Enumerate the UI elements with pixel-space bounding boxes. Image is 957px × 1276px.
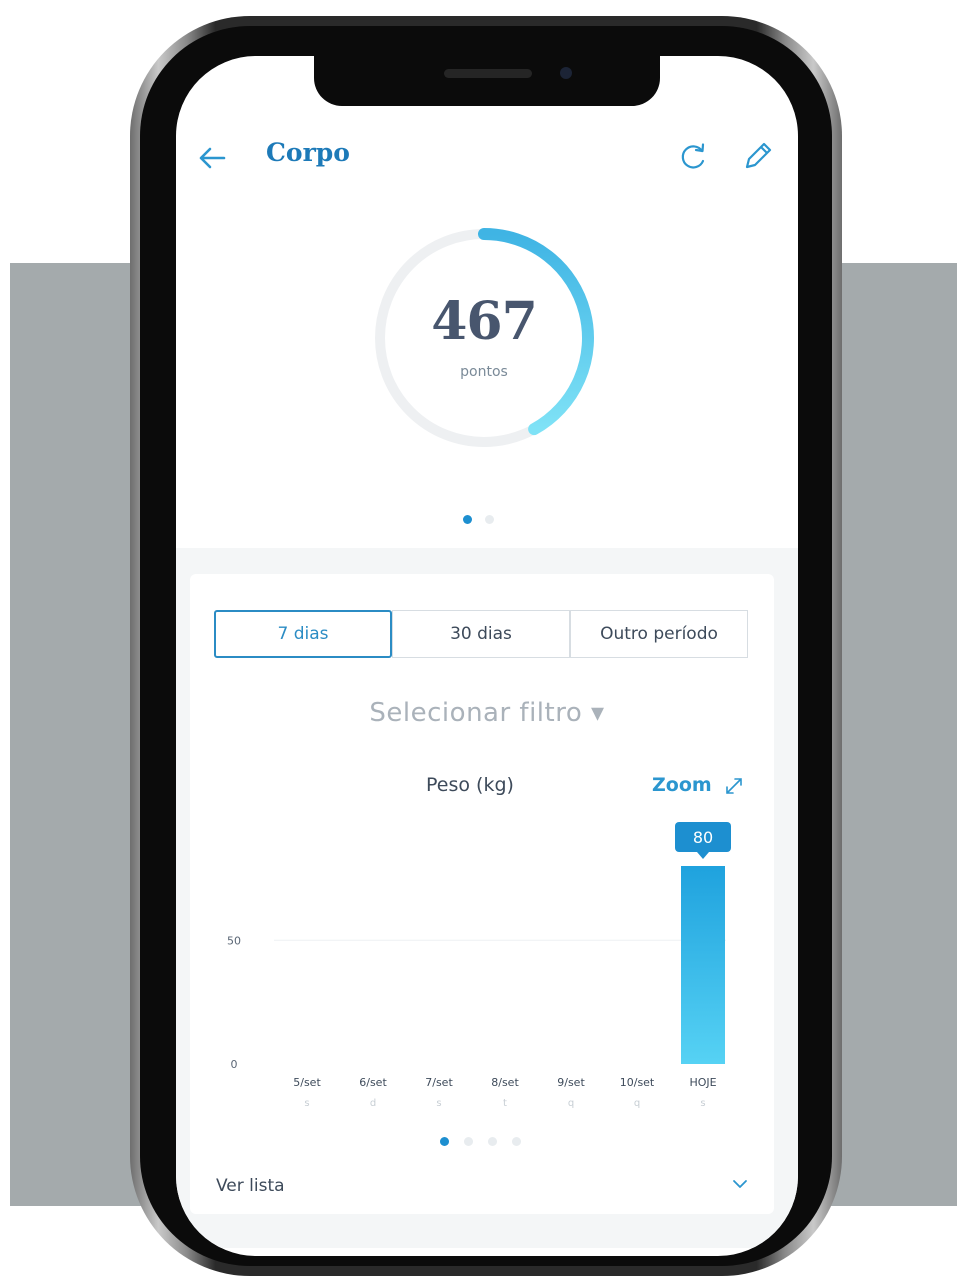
chart-pager-dot[interactable] — [440, 1137, 449, 1146]
score-label: pontos — [460, 364, 508, 380]
app-header: Corpo — [176, 136, 798, 180]
tab-30-dias[interactable]: 30 dias — [392, 610, 570, 658]
ver-lista-button[interactable]: Ver lista — [216, 1176, 285, 1196]
data-label: 80 — [693, 828, 713, 847]
x-tick-label: 10/set — [620, 1076, 655, 1089]
chart-pager-dot[interactable] — [464, 1137, 473, 1146]
data-label-pointer — [697, 852, 709, 859]
speaker-grille — [444, 69, 532, 78]
chart-title: Peso (kg) — [426, 774, 514, 796]
period-tabs: 7 dias 30 dias Outro período — [214, 610, 748, 658]
weekday-label: s — [304, 1098, 309, 1109]
weekday-label: q — [568, 1098, 574, 1109]
refresh-icon[interactable] — [676, 140, 710, 174]
x-tick-label: 8/set — [491, 1076, 519, 1089]
weekday-label: d — [370, 1098, 376, 1109]
tab-outro-periodo[interactable]: Outro período — [570, 610, 748, 658]
weekday-label: q — [634, 1098, 640, 1109]
y-tick-label: 0 — [231, 1058, 238, 1071]
pencil-icon[interactable] — [740, 138, 776, 174]
phone-screen: Corpo 467 pontos 7 dias 30 dias Outro pe… — [176, 56, 798, 1256]
chevron-down-icon[interactable] — [730, 1174, 750, 1194]
tab-7-dias[interactable]: 7 dias — [214, 610, 392, 658]
zoom-button[interactable]: Zoom — [652, 774, 712, 796]
expand-icon[interactable] — [722, 774, 746, 798]
weekday-label: s — [436, 1098, 441, 1109]
chart-pager-dot[interactable] — [488, 1137, 497, 1146]
filter-select[interactable]: Selecionar filtro ▾ — [176, 698, 798, 728]
score-pager-dot[interactable] — [463, 515, 472, 524]
x-tick-label: HOJE — [689, 1076, 716, 1089]
x-tick-label: 7/set — [425, 1076, 453, 1089]
chart-pager-dot[interactable] — [512, 1137, 521, 1146]
x-tick-label: 6/set — [359, 1076, 387, 1089]
x-tick-label: 9/set — [557, 1076, 585, 1089]
y-tick-label: 50 — [227, 934, 241, 947]
page-title: Corpo — [266, 138, 350, 167]
front-camera — [560, 67, 572, 79]
weight-bar-chart: 0 50 5/set s 6/set d 7/set s 8/set t 9/set q 10/set q… — [227, 822, 731, 1109]
score-value: 467 — [431, 291, 538, 352]
arrow-left-icon[interactable] — [194, 140, 230, 176]
bar — [681, 866, 725, 1064]
weekday-label: t — [503, 1098, 507, 1109]
notch — [314, 56, 660, 106]
x-tick-label: 5/set — [293, 1076, 321, 1089]
score-pager-dot[interactable] — [485, 515, 494, 524]
weekday-label: s — [700, 1098, 705, 1109]
